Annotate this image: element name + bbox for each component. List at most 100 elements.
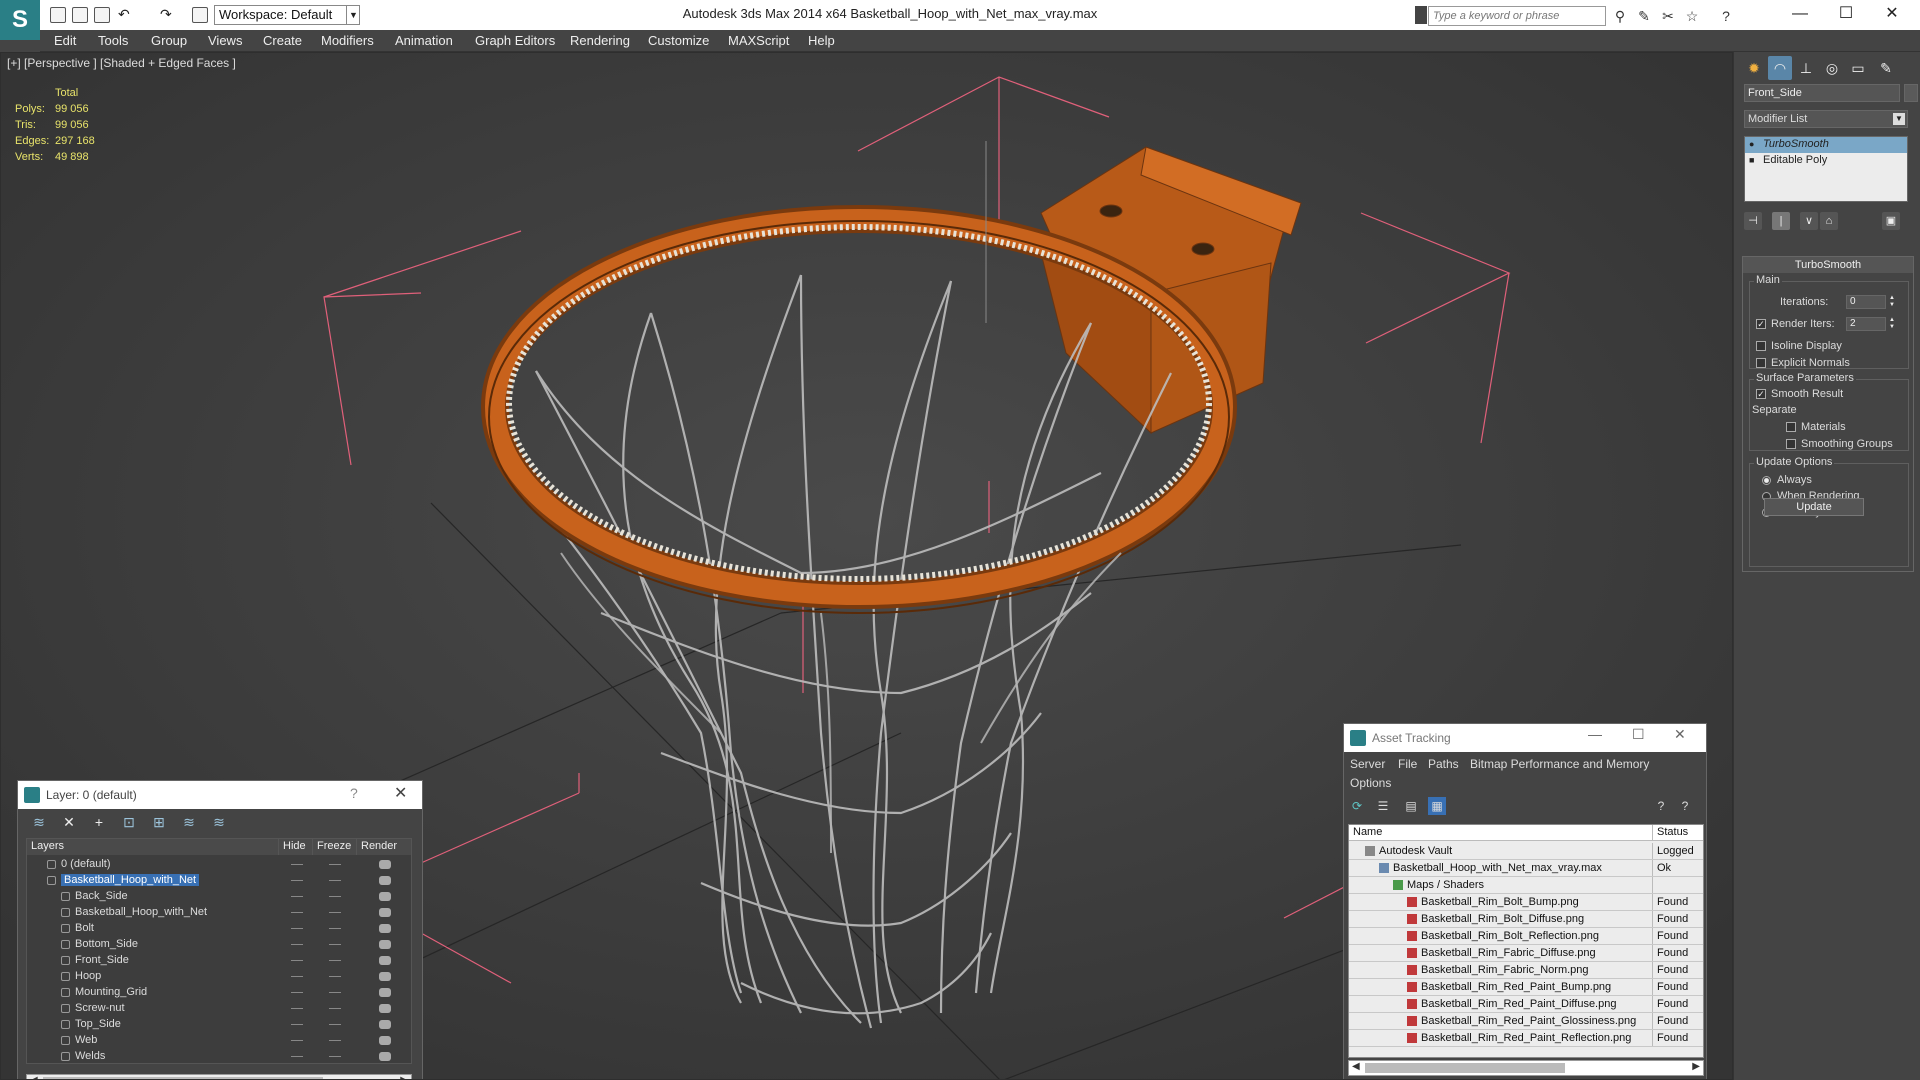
- open-file-icon[interactable]: [72, 7, 88, 23]
- scroll-thumb[interactable]: [1365, 1063, 1565, 1073]
- chevron-down-icon[interactable]: ▼: [346, 5, 360, 25]
- create-layer-icon[interactable]: ≋: [30, 813, 48, 831]
- layer-row[interactable]: Hoop: [27, 969, 411, 985]
- close-button[interactable]: ✕: [1674, 726, 1686, 743]
- create-tab-icon[interactable]: ✹: [1742, 56, 1766, 80]
- perspective-viewport[interactable]: [+] [Perspective ] [Shaded + Edged Faces…: [0, 52, 1733, 1080]
- freeze-toggle[interactable]: [329, 976, 341, 977]
- search-expand-icon[interactable]: [1415, 6, 1427, 24]
- freeze-toggle[interactable]: [329, 896, 341, 897]
- favorites-icon[interactable]: ☆: [1684, 8, 1700, 24]
- hide-toggle[interactable]: [291, 896, 303, 897]
- menu-views[interactable]: Views: [208, 33, 242, 48]
- layer-row[interactable]: Bottom_Side: [27, 937, 411, 953]
- list-view-icon[interactable]: ☰: [1374, 797, 1392, 815]
- explicit-normals-checkbox[interactable]: Explicit Normals: [1756, 357, 1850, 369]
- asset-row[interactable]: Basketball_Rim_Red_Paint_Diffuse.png Foun…: [1349, 996, 1703, 1013]
- asset-row[interactable]: Autodesk Vault Logged: [1349, 843, 1703, 860]
- menu-modifiers[interactable]: Modifiers: [321, 33, 374, 48]
- search-input[interactable]: Type a keyword or phrase: [1428, 6, 1606, 26]
- pin-stack-icon[interactable]: ⊣: [1744, 212, 1762, 230]
- freeze-toggle[interactable]: [329, 928, 341, 929]
- display-tab-icon[interactable]: ▭: [1846, 56, 1870, 80]
- modifier-list-select[interactable]: Modifier List ▼: [1744, 110, 1908, 128]
- render-teapot-icon[interactable]: [379, 972, 391, 981]
- menu-graph-editors[interactable]: Graph Editors: [475, 33, 555, 48]
- freeze-toggle[interactable]: [329, 864, 341, 865]
- render-iters-spinner[interactable]: 2: [1846, 317, 1886, 331]
- subscription-icon[interactable]: ✎: [1636, 8, 1652, 24]
- column-header-status[interactable]: Status: [1653, 825, 1703, 841]
- render-teapot-icon[interactable]: [379, 940, 391, 949]
- rollout-header[interactable]: TurboSmooth: [1743, 257, 1913, 273]
- asset-row[interactable]: Basketball_Rim_Red_Paint_Glossiness.png F…: [1349, 1013, 1703, 1030]
- column-header-layers[interactable]: Layers: [27, 839, 279, 855]
- asset-window-titlebar[interactable]: Asset Tracking — ☐ ✕: [1344, 724, 1706, 752]
- menu-file[interactable]: File: [1398, 757, 1417, 771]
- menu-rendering[interactable]: Rendering: [570, 33, 630, 48]
- menu-server[interactable]: Server: [1350, 757, 1385, 771]
- freeze-toggle[interactable]: [329, 1024, 341, 1025]
- freeze-toggle[interactable]: [329, 992, 341, 993]
- smoothing-groups-checkbox[interactable]: Smoothing Groups: [1786, 438, 1893, 450]
- context-help-icon[interactable]: ?: [1676, 797, 1694, 815]
- menu-create[interactable]: Create: [263, 33, 302, 48]
- freeze-toggle[interactable]: [329, 1056, 341, 1057]
- hide-toggle[interactable]: [291, 1008, 303, 1009]
- scroll-right-icon[interactable]: ▶: [1692, 1061, 1700, 1072]
- remove-modifier-icon[interactable]: ⌂: [1820, 212, 1838, 230]
- render-teapot-icon[interactable]: [379, 860, 391, 869]
- freeze-all-icon[interactable]: ≋: [210, 813, 228, 831]
- freeze-toggle[interactable]: [329, 1008, 341, 1009]
- layer-row[interactable]: Welds: [27, 1049, 411, 1063]
- communication-icon[interactable]: ✂: [1660, 8, 1676, 24]
- asset-row[interactable]: Basketball_Rim_Fabric_Diffuse.png Found: [1349, 945, 1703, 962]
- help-icon[interactable]: ?: [1718, 8, 1734, 24]
- layer-window-titlebar[interactable]: Layer: 0 (default) ? ✕: [18, 781, 422, 809]
- scroll-left-icon[interactable]: ◀: [1352, 1061, 1360, 1072]
- layer-row[interactable]: Bolt: [27, 921, 411, 937]
- spinner-arrows-icon[interactable]: ▲ ▼: [1888, 295, 1896, 309]
- update-button[interactable]: Update: [1764, 498, 1864, 516]
- menu-options[interactable]: Options: [1350, 776, 1391, 790]
- chevron-down-icon[interactable]: ▼: [1893, 113, 1905, 125]
- menu-customize[interactable]: Customize: [648, 33, 709, 48]
- motion-tab-icon[interactable]: ◎: [1820, 56, 1844, 80]
- layer-row[interactable]: Front_Side: [27, 953, 411, 969]
- layer-row[interactable]: Basketball_Hoop_with_Net: [27, 873, 411, 889]
- layer-row[interactable]: Top_Side: [27, 1017, 411, 1033]
- delete-layer-icon[interactable]: ✕: [60, 813, 78, 831]
- column-header-name[interactable]: Name: [1349, 825, 1653, 841]
- hide-toggle[interactable]: [291, 944, 303, 945]
- scroll-left-icon[interactable]: ◀: [30, 1075, 38, 1079]
- lightbulb-icon[interactable]: ●: [1749, 139, 1754, 149]
- menu-tools[interactable]: Tools: [98, 33, 128, 48]
- maximize-button[interactable]: ☐: [1632, 726, 1645, 743]
- freeze-toggle[interactable]: [329, 944, 341, 945]
- hide-toggle[interactable]: [291, 992, 303, 993]
- freeze-toggle[interactable]: [329, 960, 341, 961]
- asset-row[interactable]: Basketball_Rim_Bolt_Reflection.png Found: [1349, 928, 1703, 945]
- expand-icon[interactable]: ■: [1749, 155, 1754, 165]
- render-teapot-icon[interactable]: [379, 892, 391, 901]
- select-layer-icon[interactable]: ⊞: [150, 813, 168, 831]
- column-header-render[interactable]: Render: [357, 839, 411, 855]
- add-to-layer-icon[interactable]: +: [90, 813, 108, 831]
- asset-row[interactable]: Basketball_Rim_Red_Paint_Bump.png Found: [1349, 979, 1703, 996]
- utilities-tab-icon[interactable]: ✎: [1874, 56, 1898, 80]
- hide-toggle[interactable]: [291, 976, 303, 977]
- menu-maxscript[interactable]: MAXScript: [728, 33, 789, 48]
- layer-row[interactable]: Back_Side: [27, 889, 411, 905]
- render-teapot-icon[interactable]: [379, 924, 391, 933]
- iterations-spinner[interactable]: 0: [1846, 295, 1886, 309]
- table-view-icon[interactable]: ▦: [1428, 797, 1446, 815]
- minimize-button[interactable]: —: [1588, 726, 1602, 742]
- close-button[interactable]: ✕: [394, 783, 407, 803]
- configure-sets-icon[interactable]: ▣: [1882, 212, 1900, 230]
- app-logo-icon[interactable]: S: [0, 0, 40, 40]
- object-color-swatch[interactable]: [1904, 84, 1918, 102]
- asset-row[interactable]: Basketball_Rim_Red_Paint_Reflection.png F…: [1349, 1030, 1703, 1047]
- menu-bitmap-performance[interactable]: Bitmap Performance and Memory: [1470, 757, 1649, 771]
- menu-group[interactable]: Group: [151, 33, 187, 48]
- asset-row[interactable]: Basketball_Rim_Bolt_Bump.png Found: [1349, 894, 1703, 911]
